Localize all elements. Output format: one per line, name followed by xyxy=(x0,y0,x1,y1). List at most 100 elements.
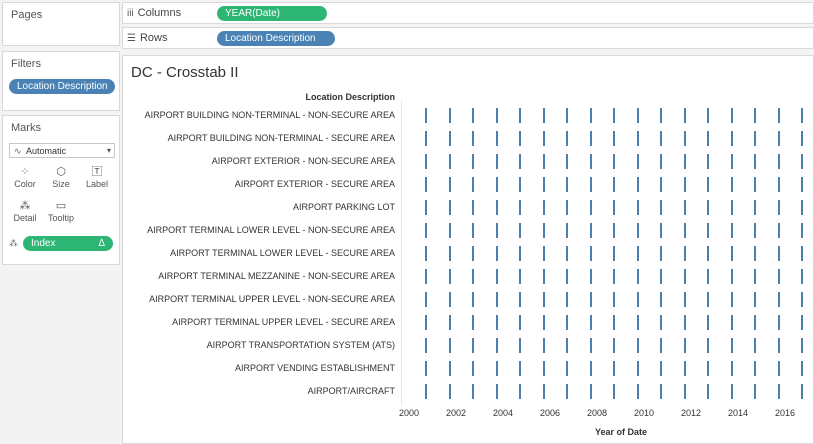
mark-tick[interactable] xyxy=(566,315,568,330)
mark-tick[interactable] xyxy=(801,154,803,169)
mark-tick[interactable] xyxy=(801,338,803,353)
mark-tick[interactable] xyxy=(495,154,498,169)
mark-tick[interactable] xyxy=(660,131,662,146)
mark-tick[interactable] xyxy=(448,200,451,215)
mark-tick[interactable] xyxy=(566,292,568,307)
mark-tick[interactable] xyxy=(660,361,662,376)
mark-tick[interactable] xyxy=(542,108,545,123)
mark-tick[interactable] xyxy=(636,269,639,284)
mark-tick[interactable] xyxy=(683,292,686,307)
mark-tick[interactable] xyxy=(566,131,568,146)
mark-tick[interactable] xyxy=(707,223,709,238)
mark-tick[interactable] xyxy=(589,338,592,353)
mark-tick[interactable] xyxy=(542,246,545,261)
mark-tick[interactable] xyxy=(519,384,521,399)
rows-shelf[interactable]: ☰ Rows Location Description xyxy=(122,27,814,49)
worksheet-view[interactable]: DC - Crosstab II Location Description Ye… xyxy=(122,55,814,444)
mark-tick[interactable] xyxy=(589,177,592,192)
marks-card[interactable]: Marks ∿ Automatic ▾ ⁘ Color ⬡ Size 🅃 Lab… xyxy=(2,115,120,265)
filters-card[interactable]: Filters Location Description xyxy=(2,51,120,111)
mark-tick[interactable] xyxy=(707,269,709,284)
mark-tick[interactable] xyxy=(777,269,780,284)
mark-tick[interactable] xyxy=(683,108,686,123)
mark-tick[interactable] xyxy=(589,292,592,307)
mark-tick[interactable] xyxy=(448,315,451,330)
mark-tick[interactable] xyxy=(777,131,780,146)
mark-tick[interactable] xyxy=(707,108,709,123)
mark-tick[interactable] xyxy=(636,177,639,192)
mark-tick[interactable] xyxy=(801,131,803,146)
mark-tick[interactable] xyxy=(425,223,427,238)
columns-shelf[interactable]: iii Columns YEAR(Date) xyxy=(122,2,814,24)
mark-tick[interactable] xyxy=(542,131,545,146)
mark-tick[interactable] xyxy=(777,361,780,376)
mark-tick[interactable] xyxy=(566,154,568,169)
mark-tick[interactable] xyxy=(730,269,733,284)
mark-tick[interactable] xyxy=(636,361,639,376)
mark-tick[interactable] xyxy=(448,384,451,399)
mark-tick[interactable] xyxy=(730,315,733,330)
mark-tick[interactable] xyxy=(425,361,427,376)
mark-tick[interactable] xyxy=(801,361,803,376)
mark-tick[interactable] xyxy=(495,315,498,330)
mark-tick[interactable] xyxy=(472,154,474,169)
mark-tick[interactable] xyxy=(519,361,521,376)
pages-card[interactable]: Pages xyxy=(2,2,120,46)
columns-pill-year-date[interactable]: YEAR(Date) xyxy=(217,6,327,21)
mark-tick[interactable] xyxy=(730,154,733,169)
mark-tick[interactable] xyxy=(566,246,568,261)
mark-tick[interactable] xyxy=(636,338,639,353)
mark-tick[interactable] xyxy=(448,361,451,376)
mark-tick[interactable] xyxy=(683,269,686,284)
mark-tick[interactable] xyxy=(636,154,639,169)
mark-tick[interactable] xyxy=(660,223,662,238)
mark-tick[interactable] xyxy=(683,384,686,399)
mark-tick[interactable] xyxy=(683,315,686,330)
mark-tick[interactable] xyxy=(777,292,780,307)
tooltip-button[interactable]: ▭ Tooltip xyxy=(45,198,77,228)
mark-tick[interactable] xyxy=(777,177,780,192)
mark-tick[interactable] xyxy=(542,200,545,215)
mark-tick[interactable] xyxy=(542,384,545,399)
mark-tick[interactable] xyxy=(589,315,592,330)
mark-tick[interactable] xyxy=(472,246,474,261)
mark-tick[interactable] xyxy=(754,131,756,146)
mark-tick[interactable] xyxy=(519,338,521,353)
mark-tick[interactable] xyxy=(660,200,662,215)
mark-tick[interactable] xyxy=(613,315,615,330)
mark-tick[interactable] xyxy=(777,200,780,215)
mark-tick[interactable] xyxy=(613,131,615,146)
mark-tick[interactable] xyxy=(542,269,545,284)
mark-tick[interactable] xyxy=(754,292,756,307)
mark-tick[interactable] xyxy=(448,269,451,284)
mark-tick[interactable] xyxy=(519,108,521,123)
mark-tick[interactable] xyxy=(683,200,686,215)
mark-tick[interactable] xyxy=(636,315,639,330)
mark-tick[interactable] xyxy=(754,223,756,238)
mark-tick[interactable] xyxy=(425,269,427,284)
mark-tick[interactable] xyxy=(660,246,662,261)
mark-tick[interactable] xyxy=(707,177,709,192)
mark-tick[interactable] xyxy=(801,292,803,307)
mark-tick[interactable] xyxy=(707,131,709,146)
mark-tick[interactable] xyxy=(660,269,662,284)
size-button[interactable]: ⬡ Size xyxy=(45,164,77,194)
mark-tick[interactable] xyxy=(613,108,615,123)
mark-tick[interactable] xyxy=(472,338,474,353)
mark-tick[interactable] xyxy=(566,269,568,284)
mark-tick[interactable] xyxy=(707,246,709,261)
mark-tick[interactable] xyxy=(707,361,709,376)
mark-tick[interactable] xyxy=(613,177,615,192)
mark-tick[interactable] xyxy=(613,384,615,399)
mark-tick[interactable] xyxy=(707,154,709,169)
mark-tick[interactable] xyxy=(754,177,756,192)
mark-tick[interactable] xyxy=(801,223,803,238)
mark-tick[interactable] xyxy=(754,338,756,353)
mark-tick[interactable] xyxy=(425,384,427,399)
mark-tick[interactable] xyxy=(542,338,545,353)
mark-tick[interactable] xyxy=(589,223,592,238)
mark-tick[interactable] xyxy=(660,154,662,169)
filter-pill-location-description[interactable]: Location Description xyxy=(9,79,115,94)
mark-tick[interactable] xyxy=(425,154,427,169)
mark-tick[interactable] xyxy=(495,361,498,376)
